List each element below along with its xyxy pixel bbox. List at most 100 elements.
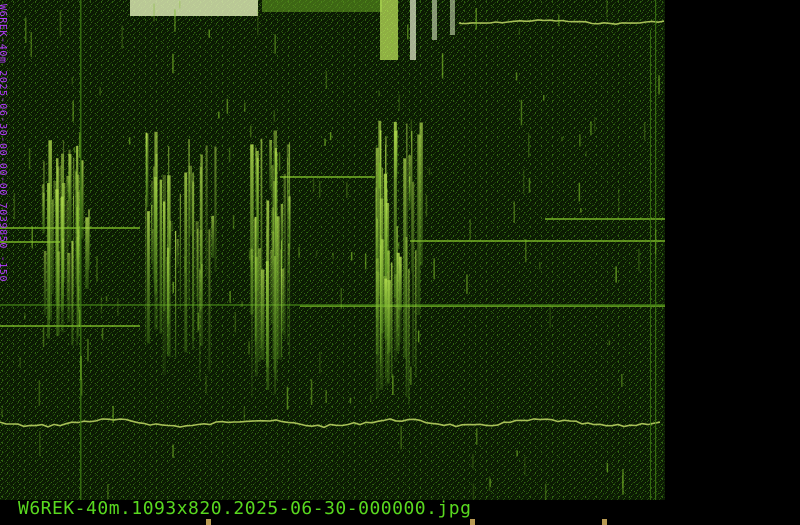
- signal-streak: [151, 204, 153, 265]
- signal-streak: [385, 203, 390, 273]
- noise-tick: [543, 95, 545, 101]
- waterfall-side-label: W6REK-40m 2025-06-30-00-00-00 7039850 -1…: [0, 4, 8, 283]
- noise-tick: [410, 119, 413, 142]
- noise-tick: [75, 216, 78, 221]
- noise-tick: [580, 208, 582, 213]
- noise-tick: [585, 151, 587, 157]
- signal-streak: [147, 211, 150, 344]
- signal-streak: [155, 154, 158, 234]
- noise-tick: [561, 136, 563, 142]
- noise-tick: [488, 476, 491, 492]
- noise-tick: [329, 132, 332, 141]
- signal-streak: [270, 249, 273, 325]
- strong-signal-blob: [130, 0, 258, 16]
- noise-tick: [19, 357, 21, 368]
- noise-tick: [312, 179, 315, 193]
- horizontal-line: [280, 176, 375, 178]
- noise-tick: [433, 258, 435, 280]
- signal-streak: [266, 200, 270, 390]
- noise-tick: [319, 352, 321, 374]
- noise-tick: [332, 252, 334, 260]
- noise-tick: [184, 256, 186, 273]
- noise-tick: [615, 266, 617, 283]
- noise-tick: [579, 134, 581, 147]
- waterfall-viewer: W6REK-40m 2025-06-30-00-00-00 7039850 -1…: [0, 0, 800, 525]
- noise-tick: [244, 102, 246, 112]
- noise-tick: [112, 405, 114, 423]
- noise-tick: [475, 8, 477, 30]
- signal-streak: [68, 154, 72, 243]
- noise-tick: [39, 431, 41, 457]
- noise-tick: [315, 250, 318, 257]
- noise-tick: [243, 406, 246, 422]
- signal-streak: [179, 193, 181, 311]
- horizontal-line: [0, 325, 140, 327]
- signal-streak: [411, 131, 413, 272]
- signal-streak: [211, 215, 215, 258]
- signal-streak: [152, 229, 154, 274]
- tick-marker-icon: [470, 519, 475, 525]
- noise-tick: [87, 338, 89, 362]
- signal-band-top: [262, 0, 382, 12]
- signal-streak: [199, 269, 201, 380]
- noise-tick: [78, 309, 81, 327]
- signal-streak: [62, 140, 65, 278]
- signal-streak: [280, 204, 284, 267]
- noise-tick: [349, 397, 352, 403]
- noise-tick: [340, 288, 342, 310]
- signal-streak: [205, 145, 208, 277]
- signal-streak: [250, 248, 253, 272]
- noise-tick: [524, 456, 526, 476]
- spectrogram-waterfall: W6REK-40m 2025-06-30-00-00-00 7039850 -1…: [0, 0, 665, 500]
- noise-tick: [179, 0, 181, 9]
- signal-streak: [167, 175, 171, 357]
- noise-tick: [558, 14, 560, 27]
- noise-tick: [248, 341, 250, 355]
- signal-streak: [73, 196, 74, 229]
- noise-tick: [528, 177, 531, 193]
- noise-tick: [248, 250, 251, 261]
- noise-tick: [257, 9, 259, 36]
- noise-tick: [417, 330, 420, 343]
- signal-streak: [208, 229, 211, 372]
- noise-tick: [1, 408, 3, 417]
- noise-tick: [621, 374, 623, 387]
- signal-streak: [393, 121, 397, 299]
- noise-tick: [229, 291, 231, 303]
- noise-tick: [81, 379, 83, 396]
- signal-streak: [256, 151, 259, 239]
- signal-streak: [42, 192, 45, 235]
- noise-tick: [25, 17, 27, 43]
- noise-tick: [618, 188, 620, 213]
- noise-tick: [549, 304, 551, 329]
- signal-column-top: [432, 0, 437, 40]
- noise-tick: [654, 229, 657, 255]
- signal-streak: [192, 172, 195, 350]
- noise-tick: [544, 483, 547, 500]
- signal-streak: [408, 155, 411, 210]
- noise-tick: [100, 296, 103, 314]
- noise-tick: [171, 222, 174, 232]
- noise-tick: [522, 169, 525, 194]
- signal-streak: [146, 133, 149, 207]
- tick-marker-icon: [206, 519, 211, 525]
- noise-tick: [72, 100, 74, 122]
- noise-tick: [287, 190, 290, 195]
- signal-streak: [385, 144, 386, 290]
- signal-streak: [145, 194, 147, 342]
- signal-streak: [412, 181, 415, 366]
- noise-tick: [378, 90, 380, 97]
- signal-streak: [403, 158, 406, 358]
- noise-tick: [270, 209, 273, 234]
- noise-tick: [218, 111, 220, 119]
- persistent-vertical-line: [80, 0, 82, 500]
- noise-tick: [172, 53, 174, 74]
- signal-streak: [66, 200, 69, 300]
- signal-column-top: [380, 0, 398, 60]
- signal-streak: [214, 146, 217, 272]
- noise-tick: [515, 72, 518, 81]
- noise-tick: [197, 312, 200, 331]
- signal-streak: [274, 151, 277, 178]
- signal-streak: [288, 196, 291, 249]
- signal-streak: [251, 255, 253, 397]
